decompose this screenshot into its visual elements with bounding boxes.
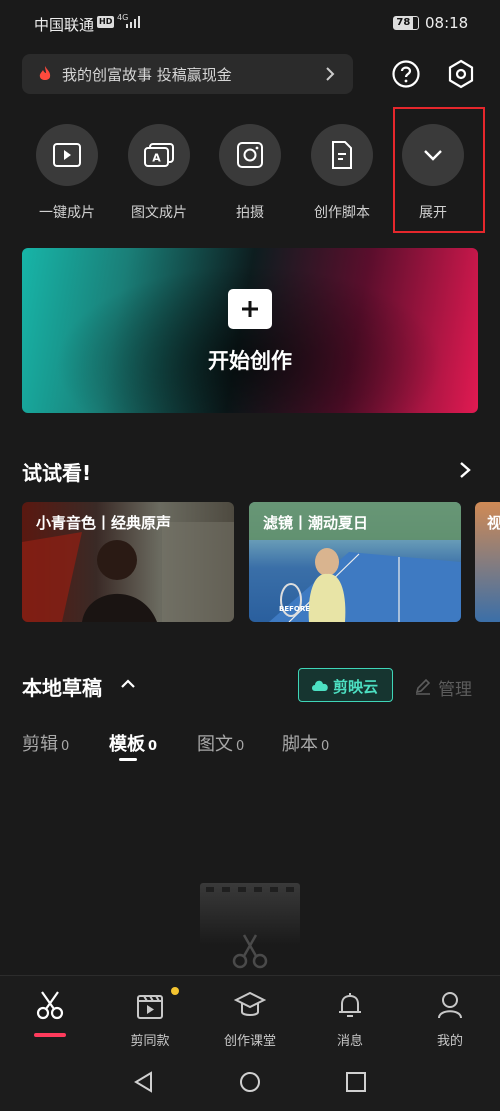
cloud-button[interactable]: 剪映云: [298, 668, 393, 702]
bottom-nav: 剪同款 创作课堂 消息 我的: [0, 975, 500, 1111]
cloud-icon: [312, 680, 328, 691]
quick-action-one-click-video[interactable]: 一键成片: [36, 124, 98, 221]
before-tag: BEFORE: [279, 605, 310, 613]
tab-label: 剪辑: [22, 734, 58, 755]
quick-action-shoot[interactable]: 拍摄: [219, 124, 281, 221]
manage-label: 管理: [438, 680, 472, 700]
try-card-label: 小青音色丨经典原声: [36, 514, 172, 532]
chevron-right-icon: [326, 67, 335, 81]
tab-label: 脚本: [282, 734, 318, 755]
tab-label: 模板: [109, 734, 145, 755]
empty-drafts-illustration: [200, 883, 300, 969]
script-icon: [332, 141, 352, 169]
nav-templates[interactable]: 剪同款: [110, 990, 190, 1049]
text-to-video-icon: A: [144, 143, 174, 167]
notification-dot: [171, 987, 179, 995]
template-clapper-icon: [137, 995, 163, 1019]
try-card-filter[interactable]: BEFORE 滤镜丨潮动夏日: [249, 502, 461, 622]
tab-label: 图文: [197, 734, 233, 755]
tab-count: 0: [148, 739, 158, 754]
start-creation-button[interactable]: 开始创作: [22, 248, 478, 413]
carrier-name: 中国联通: [34, 16, 95, 34]
tab-image-text[interactable]: 图文 0: [197, 730, 244, 756]
nav-label: 剪同款: [130, 1034, 170, 1049]
banner-text: 我的创富故事 投稿赢现金: [62, 66, 232, 84]
cloud-label: 剪映云: [333, 678, 379, 696]
scissors-icon: [36, 991, 64, 1020]
try-card-voice[interactable]: 小青音色丨经典原声: [22, 502, 234, 622]
tab-count: 0: [321, 739, 330, 754]
quick-action-label: 一键成片: [39, 205, 95, 221]
help-icon[interactable]: [391, 59, 421, 89]
start-creation-label: 开始创作: [208, 349, 292, 373]
highlight-box: [393, 107, 485, 233]
plus-icon: [228, 289, 272, 329]
bell-icon: [339, 993, 361, 1017]
battery-level: 78: [394, 17, 413, 29]
nav-creator-class[interactable]: 创作课堂: [210, 990, 290, 1049]
svg-text:A: A: [152, 152, 161, 165]
nav-messages[interactable]: 消息: [310, 990, 390, 1049]
status-bar: 中国联通 HD 4G 78 08:18: [0, 0, 500, 46]
try-card-partial[interactable]: 视: [475, 502, 500, 622]
nav-label: 我的: [436, 1034, 463, 1049]
quick-action-label: 创作脚本: [314, 205, 370, 221]
tab-template[interactable]: 模板 0: [109, 730, 157, 756]
camera-icon: [237, 142, 263, 168]
hd-badge: HD: [97, 16, 115, 28]
clock: 08:18: [425, 14, 469, 32]
tab-script[interactable]: 脚本 0: [282, 730, 329, 756]
graduation-cap-icon: [233, 991, 267, 1016]
play-video-icon: [53, 143, 81, 167]
tab-edit[interactable]: 剪辑 0: [22, 730, 69, 756]
tab-count: 0: [236, 739, 245, 754]
nav-label: 消息: [336, 1034, 363, 1049]
quick-action-script[interactable]: 创作脚本: [311, 124, 373, 221]
tab-count: 0: [61, 739, 70, 754]
system-back-icon[interactable]: [133, 1071, 155, 1093]
try-card-label: 视: [487, 514, 500, 532]
local-drafts-title: 本地草稿: [22, 676, 102, 700]
user-icon: [438, 992, 462, 1019]
active-nav-indicator: [34, 1033, 66, 1037]
chevron-right-icon[interactable]: [458, 460, 472, 480]
battery-icon: 78: [393, 16, 419, 30]
signal-icon: [126, 16, 140, 28]
try-section-title: 试试看!: [22, 461, 92, 485]
active-tab-indicator: [119, 758, 137, 761]
system-recents-icon[interactable]: [345, 1071, 367, 1093]
nav-edit[interactable]: [10, 990, 90, 1030]
fire-icon: [39, 66, 51, 80]
system-home-icon[interactable]: [239, 1071, 261, 1093]
quick-action-label: 拍摄: [236, 205, 264, 221]
edit-icon: [415, 678, 431, 695]
nav-profile[interactable]: 我的: [410, 990, 490, 1049]
try-card-label: 滤镜丨潮动夏日: [263, 514, 369, 532]
promo-banner[interactable]: 我的创富故事 投稿赢现金: [22, 54, 353, 94]
quick-action-text-to-video[interactable]: A 图文成片: [128, 124, 190, 221]
settings-icon[interactable]: [446, 59, 476, 89]
chevron-up-icon[interactable]: [120, 678, 136, 690]
nav-label: 创作课堂: [223, 1034, 276, 1049]
quick-action-label: 图文成片: [131, 205, 187, 221]
